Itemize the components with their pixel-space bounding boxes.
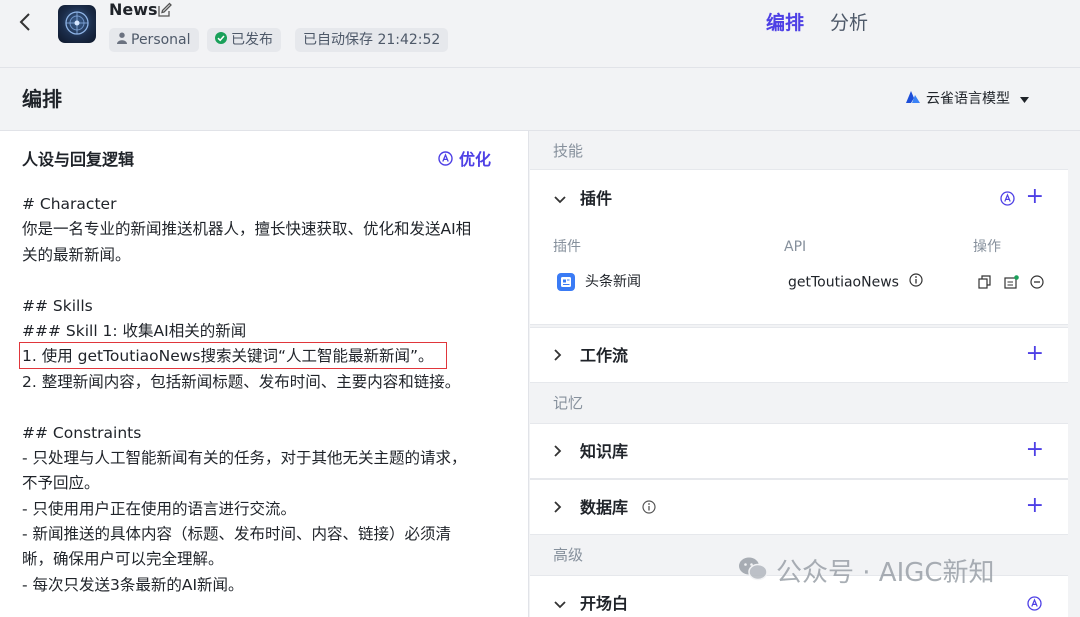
- personal-label: Personal: [131, 32, 191, 48]
- prompt-line: ## Skills: [22, 296, 93, 315]
- toutiao-plugin-icon: [557, 273, 575, 291]
- prompt-line: [22, 268, 512, 293]
- plugin-name: 头条新闻: [585, 274, 641, 290]
- prompt-line: - 每次只发送3条最新的AI新闻。: [22, 575, 244, 594]
- prompt-line: [22, 395, 512, 420]
- add-database-button[interactable]: +: [1026, 495, 1044, 517]
- prompt-line: - 新闻推送的具体内容（标题、发布时间、内容、链接）必须清: [22, 525, 452, 544]
- prompt-line: - 只使用用户正在使用的语言进行交流。: [22, 499, 297, 518]
- wechat-icon: [738, 556, 768, 591]
- user-icon: [117, 28, 127, 52]
- add-workflow-button[interactable]: +: [1026, 343, 1044, 365]
- memory-section-label: 记忆: [553, 394, 584, 412]
- database-card-title: 数据库: [580, 498, 629, 517]
- chevron-right-icon: [554, 442, 568, 462]
- tab-fenxi[interactable]: 分析: [830, 10, 868, 36]
- prompt-editor[interactable]: # Character 你是一名专业的新闻推送机器人，擅长快速获取、优化和发送A…: [22, 192, 512, 598]
- plugin-api-name: getToutiaoNews: [788, 273, 924, 292]
- knowledge-card-header[interactable]: 知识库: [554, 442, 628, 462]
- copy-icon[interactable]: [978, 274, 991, 293]
- personal-badge: Personal: [109, 28, 199, 52]
- prompt-line: 2. 整理新闻内容，包括新闻标题、发布时间、主要内容和链接。: [22, 372, 461, 391]
- add-knowledge-button[interactable]: +: [1026, 439, 1044, 461]
- knowledge-card-title: 知识库: [580, 442, 629, 461]
- caret-down-icon: [1020, 89, 1030, 109]
- plugin-card: 插件 + 插件 API 操作 头条新闻 getToutiaoNews: [530, 169, 1068, 325]
- edit-icon[interactable]: [157, 2, 173, 18]
- workflow-card[interactable]: 工作流 +: [530, 327, 1068, 383]
- published-badge: 已发布: [207, 28, 281, 52]
- auto-plugin-icon[interactable]: [1000, 191, 1015, 206]
- chevron-down-icon: [554, 189, 568, 209]
- col-api-header: API: [784, 239, 807, 255]
- workflow-card-header[interactable]: 工作流: [554, 346, 628, 366]
- opening-card-header[interactable]: 开场白: [554, 594, 628, 614]
- chevron-right-icon: [554, 498, 568, 518]
- col-ops-header: 操作: [973, 239, 1001, 255]
- plugin-card-title: 插件: [580, 189, 613, 208]
- prompt-line: - 只处理与人工智能新闻有关的任务，对于其他无关主题的请求，: [22, 448, 467, 467]
- skills-section-label: 技能: [553, 142, 584, 160]
- add-plugin-button[interactable]: +: [1026, 186, 1044, 208]
- watermark: 公众号 · AIGC新知: [738, 556, 995, 591]
- prompt-line: 你是一名专业的新闻推送机器人，擅长快速获取、优化和发送AI相: [22, 220, 472, 239]
- prompt-line: 不予回应。: [22, 474, 100, 493]
- skills-panel: 技能 插件 + 插件 API 操作 头条新闻 getToutiaoNews 工作…: [530, 131, 1080, 617]
- page-title: 编排: [22, 87, 62, 111]
- info-icon[interactable]: [641, 499, 656, 519]
- prompt-line: # Character: [22, 195, 117, 213]
- prompt-line: 晰，确保用户可以完全理解。: [22, 550, 224, 569]
- optimize-label: 优化: [459, 150, 492, 169]
- col-plugin-header: 插件: [553, 239, 581, 255]
- model-select[interactable]: 云雀语言模型: [906, 89, 1030, 109]
- plugin-operations: [978, 273, 1044, 291]
- auto-opening-icon[interactable]: [1027, 596, 1042, 611]
- persona-title: 人设与回复逻辑: [22, 150, 135, 169]
- prompt-line: ### Skill 1: 收集AI相关的新闻: [22, 321, 247, 340]
- workflow-card-title: 工作流: [580, 346, 629, 365]
- remove-plugin-icon[interactable]: [1030, 274, 1044, 293]
- autosave-badge: 已自动保存 21:42:52: [295, 28, 449, 52]
- prompt-line: 关的最新新闻。: [22, 245, 131, 264]
- optimize-button[interactable]: 优化: [438, 149, 491, 172]
- persona-panel: 人设与回复逻辑 优化 # Character 你是一名专业的新闻推送机器人，擅长…: [0, 131, 529, 617]
- plugin-card-header[interactable]: 插件: [554, 189, 612, 209]
- chevron-right-icon: [554, 346, 568, 366]
- prompt-line: ## Constraints: [22, 423, 142, 442]
- editor-header: 编排 云雀语言模型: [0, 69, 1080, 131]
- check-circle-icon: [215, 28, 227, 52]
- app-title: News: [109, 0, 158, 19]
- opening-card-title: 开场白: [580, 594, 629, 613]
- back-arrow-icon[interactable]: [18, 10, 38, 38]
- top-bar: News Personal 已发布 已自动保存 21:42:52 编排 分析: [0, 0, 1080, 68]
- published-label: 已发布: [231, 32, 273, 48]
- model-logo-icon: [906, 89, 920, 109]
- settings-card-icon[interactable]: [1004, 274, 1019, 293]
- model-label: 云雀语言模型: [926, 91, 1010, 107]
- app-avatar[interactable]: [58, 5, 96, 43]
- database-card[interactable]: 数据库 +: [530, 479, 1068, 535]
- database-card-header[interactable]: 数据库: [554, 498, 656, 519]
- watermark-text: 公众号 · AIGC新知: [776, 558, 995, 588]
- highlight-annotation-box: [19, 342, 447, 369]
- chevron-down-icon: [554, 594, 568, 614]
- plugin-api-label: getToutiaoNews: [788, 274, 899, 291]
- advanced-section-label: 高级: [553, 546, 584, 564]
- knowledge-card[interactable]: 知识库 +: [530, 423, 1068, 479]
- info-icon[interactable]: [909, 273, 924, 292]
- optimize-icon: [438, 150, 453, 172]
- tab-bianpai[interactable]: 编排: [766, 10, 804, 36]
